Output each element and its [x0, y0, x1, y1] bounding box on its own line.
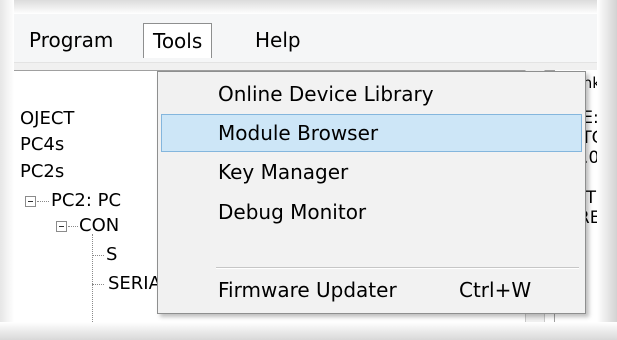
menu-item-module-browser[interactable]: Module Browser	[161, 114, 582, 152]
collapse-icon[interactable]	[56, 221, 67, 232]
menu-separator-highlight	[216, 268, 579, 269]
tools-dropdown-menu: Online Device Library Module Browser Key…	[157, 71, 586, 314]
tree-node-pc4s[interactable]: PC4s	[20, 134, 64, 156]
frame-shadow-left	[0, 0, 14, 340]
menu-item-label: Module Browser	[218, 121, 379, 145]
tree-connector	[68, 226, 78, 227]
menu-item-label: Debug Monitor	[218, 200, 367, 224]
tree-connector	[92, 234, 93, 322]
menu-item-firmware-updater[interactable]: Firmware Updater Ctrl+W	[161, 271, 582, 309]
frame-shadow-top	[0, 0, 617, 14]
menu-item-debug-monitor[interactable]: Debug Monitor	[161, 193, 582, 231]
tree-node-pc2s[interactable]: PC2s	[20, 161, 64, 183]
menu-bar: Program Tools Help	[14, 14, 597, 63]
tree-node-project[interactable]: OJECT	[20, 108, 74, 130]
tree-node-connection[interactable]: CON	[79, 215, 119, 237]
tree-connector	[37, 201, 49, 202]
tree-node-serialport1[interactable]: S	[106, 244, 117, 266]
menu-item-online-device-library[interactable]: Online Device Library	[161, 75, 582, 113]
menu-help[interactable]: Help	[246, 23, 310, 57]
collapse-icon[interactable]	[25, 196, 36, 207]
menu-item-label: Online Device Library	[218, 82, 434, 106]
frame-shadow-bottom	[0, 322, 617, 340]
frame-shadow-right	[597, 0, 617, 340]
menu-program[interactable]: Program	[20, 23, 122, 57]
tree-connector	[92, 284, 104, 285]
menu-item-shortcut: Ctrl+W	[459, 278, 532, 302]
tree-connector	[92, 255, 104, 256]
menu-tools[interactable]: Tools	[143, 23, 213, 58]
menu-item-key-manager[interactable]: Key Manager	[161, 153, 582, 191]
menu-item-label: Firmware Updater	[218, 278, 397, 302]
tree-node-pc2[interactable]: PC2: PC	[51, 190, 121, 212]
app-window: Program Tools Help OJECT PC4s PC2s PC2: …	[14, 14, 597, 322]
menu-item-label: Key Manager	[218, 160, 349, 184]
